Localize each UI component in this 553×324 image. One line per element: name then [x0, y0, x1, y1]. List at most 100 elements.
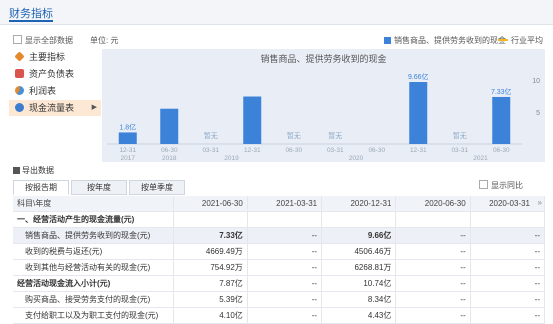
tab-by-quarter[interactable]: 按单季度	[129, 180, 185, 195]
tab-by-year[interactable]: 按年度	[71, 180, 127, 195]
table-row: 经营活动现金流入小计(元) 7.87亿 -- 10.74亿 -- --	[13, 275, 546, 292]
table-cell: 8.34亿	[321, 291, 397, 308]
table-cell: 5.39亿	[173, 291, 248, 308]
data-label: 暂无	[453, 131, 467, 140]
scroll-right-icon[interactable]: »	[538, 198, 542, 207]
y-tick-label: 5	[536, 110, 540, 117]
checkbox-icon	[13, 35, 22, 44]
table-cell: 9.66亿	[321, 227, 397, 244]
statement-menu: 主要指标 资产负债表 利润表 现金流量表 ▶	[9, 49, 101, 119]
show-all-checkbox[interactable]: 显示全部数据	[13, 35, 73, 46]
table-row: 销售商品、提供劳务收到的现金(元) 7.33亿 -- 9.66亿 -- --	[13, 227, 546, 244]
data-label: 7.33亿	[491, 87, 512, 96]
year-label: 2021	[473, 155, 488, 162]
bar	[118, 132, 137, 144]
column-header: 2020-03-31 »	[470, 196, 546, 212]
table-cell: --	[247, 227, 323, 244]
data-label: 1.8亿	[119, 122, 136, 131]
legend-bar-swatch	[384, 37, 391, 44]
table-cell	[173, 211, 248, 228]
menu-item-income-statement[interactable]: 利润表	[9, 83, 101, 99]
legend-line-item[interactable]: 行业平均	[498, 35, 543, 46]
year-label: 2020	[349, 155, 364, 162]
data-label: 暂无	[287, 131, 301, 140]
x-tick-label: 06-30	[368, 147, 385, 154]
checkbox-icon	[479, 180, 488, 189]
table-cell: --	[247, 291, 323, 308]
table-cell: --	[247, 259, 323, 276]
table-cell: --	[470, 291, 546, 308]
legend-bar-label: 销售商品、提供劳务收到的现金	[394, 36, 506, 45]
row-label: 经营活动现金流入小计(元)	[13, 275, 174, 292]
column-header: 2020-06-30	[395, 196, 471, 212]
table-cell: 10.74亿	[321, 275, 397, 292]
table-cell: --	[395, 275, 471, 292]
table-cell	[395, 211, 471, 228]
export-label: 导出数据	[22, 166, 54, 175]
row-label: 支付给职工以及为职工支付的现金(元)	[13, 307, 174, 324]
legend-line-label: 行业平均	[511, 36, 543, 45]
data-label: 暂无	[328, 131, 342, 140]
x-tick-label: 06-30	[161, 147, 178, 154]
column-header: 2021-03-31	[247, 196, 323, 212]
menu-item-label: 利润表	[29, 86, 57, 96]
menu-item-key-indicators[interactable]: 主要指标	[9, 49, 101, 65]
table-cell: --	[395, 243, 471, 260]
table-cell: --	[395, 259, 471, 276]
table-cell: --	[395, 291, 471, 308]
row-label: 购买商品、接受劳务支付的现金(元)	[13, 291, 174, 308]
table-cell: --	[470, 307, 546, 324]
x-tick-label: 03-31	[202, 147, 219, 154]
chevron-right-icon: ▶	[91, 104, 97, 111]
table-cell: 4669.49万	[173, 243, 248, 260]
menu-item-label: 资产负债表	[29, 69, 75, 79]
coin-icon	[15, 103, 24, 112]
column-header-label: 2020-03-31	[489, 199, 530, 208]
data-label: 暂无	[204, 131, 218, 140]
bar	[409, 82, 428, 144]
table-row: 收到的税费与返还(元) 4669.49万 -- 4506.46万 -- --	[13, 243, 546, 260]
table-cell	[321, 211, 397, 228]
chart-plot: 5 10 1.8亿 12-31 06-30 暂无 03-31 12-31 暂无 06-30 暂无 03…	[107, 72, 540, 162]
unit-label: 单位: 元	[90, 36, 119, 45]
table-cell: 754.92万	[173, 259, 248, 276]
compare-yoy-checkbox[interactable]: 显示同比	[479, 180, 523, 191]
table-cell: --	[470, 227, 546, 244]
table-cell: --	[247, 307, 323, 324]
bar	[160, 108, 179, 144]
year-label: 2017	[121, 155, 136, 162]
table-cell: --	[470, 243, 546, 260]
table-header-row: 科目\年度 2021-06-30 2021-03-31 2020-12-31 2…	[13, 196, 546, 212]
menu-item-label: 主要指标	[29, 52, 66, 62]
table-cell: 6268.81万	[321, 259, 397, 276]
panel-title: 财务指标	[9, 8, 53, 20]
column-header: 2020-12-31	[321, 196, 397, 212]
table-cell	[247, 211, 323, 228]
title-underline	[9, 20, 53, 22]
x-tick-label: 03-31	[327, 147, 344, 154]
column-header: 科目\年度	[13, 196, 174, 212]
bar	[243, 96, 262, 144]
document-icon	[15, 69, 24, 78]
row-label: 收到的税费与返还(元)	[13, 243, 174, 260]
legend-line-swatch	[498, 39, 508, 41]
table-cell: --	[470, 275, 546, 292]
row-label: 收到其他与经营活动有关的现金(元)	[13, 259, 174, 276]
table-cell: 4.10亿	[173, 307, 248, 324]
table-row: 支付给职工以及为职工支付的现金(元) 4.10亿 -- 4.43亿 -- --	[13, 307, 546, 324]
table-cell	[470, 211, 546, 228]
show-all-label: 显示全部数据	[25, 36, 73, 45]
bar-chart: 销售商品、提供劳务收到的现金 5 10 1.8亿 12-31 06-30 暂无 03-31 1…	[102, 49, 545, 162]
x-tick-label: 12-31	[244, 147, 261, 154]
legend-bar-item[interactable]: 销售商品、提供劳务收到的现金	[384, 35, 506, 46]
menu-item-label: 现金流量表	[29, 103, 75, 113]
menu-item-cash-flow[interactable]: 现金流量表 ▶	[9, 100, 101, 116]
x-tick-label: 12-31	[119, 147, 136, 154]
export-data-button[interactable]: 导出数据	[13, 165, 54, 176]
table-cell: --	[395, 307, 471, 324]
data-label: 9.66亿	[408, 72, 429, 81]
table-row: 收到其他与经营活动有关的现金(元) 754.92万 -- 6268.81万 -- --	[13, 259, 546, 276]
menu-item-balance-sheet[interactable]: 资产负债表	[9, 66, 101, 82]
tab-by-report-period[interactable]: 按报告期	[13, 180, 69, 195]
pie-icon	[15, 86, 24, 95]
